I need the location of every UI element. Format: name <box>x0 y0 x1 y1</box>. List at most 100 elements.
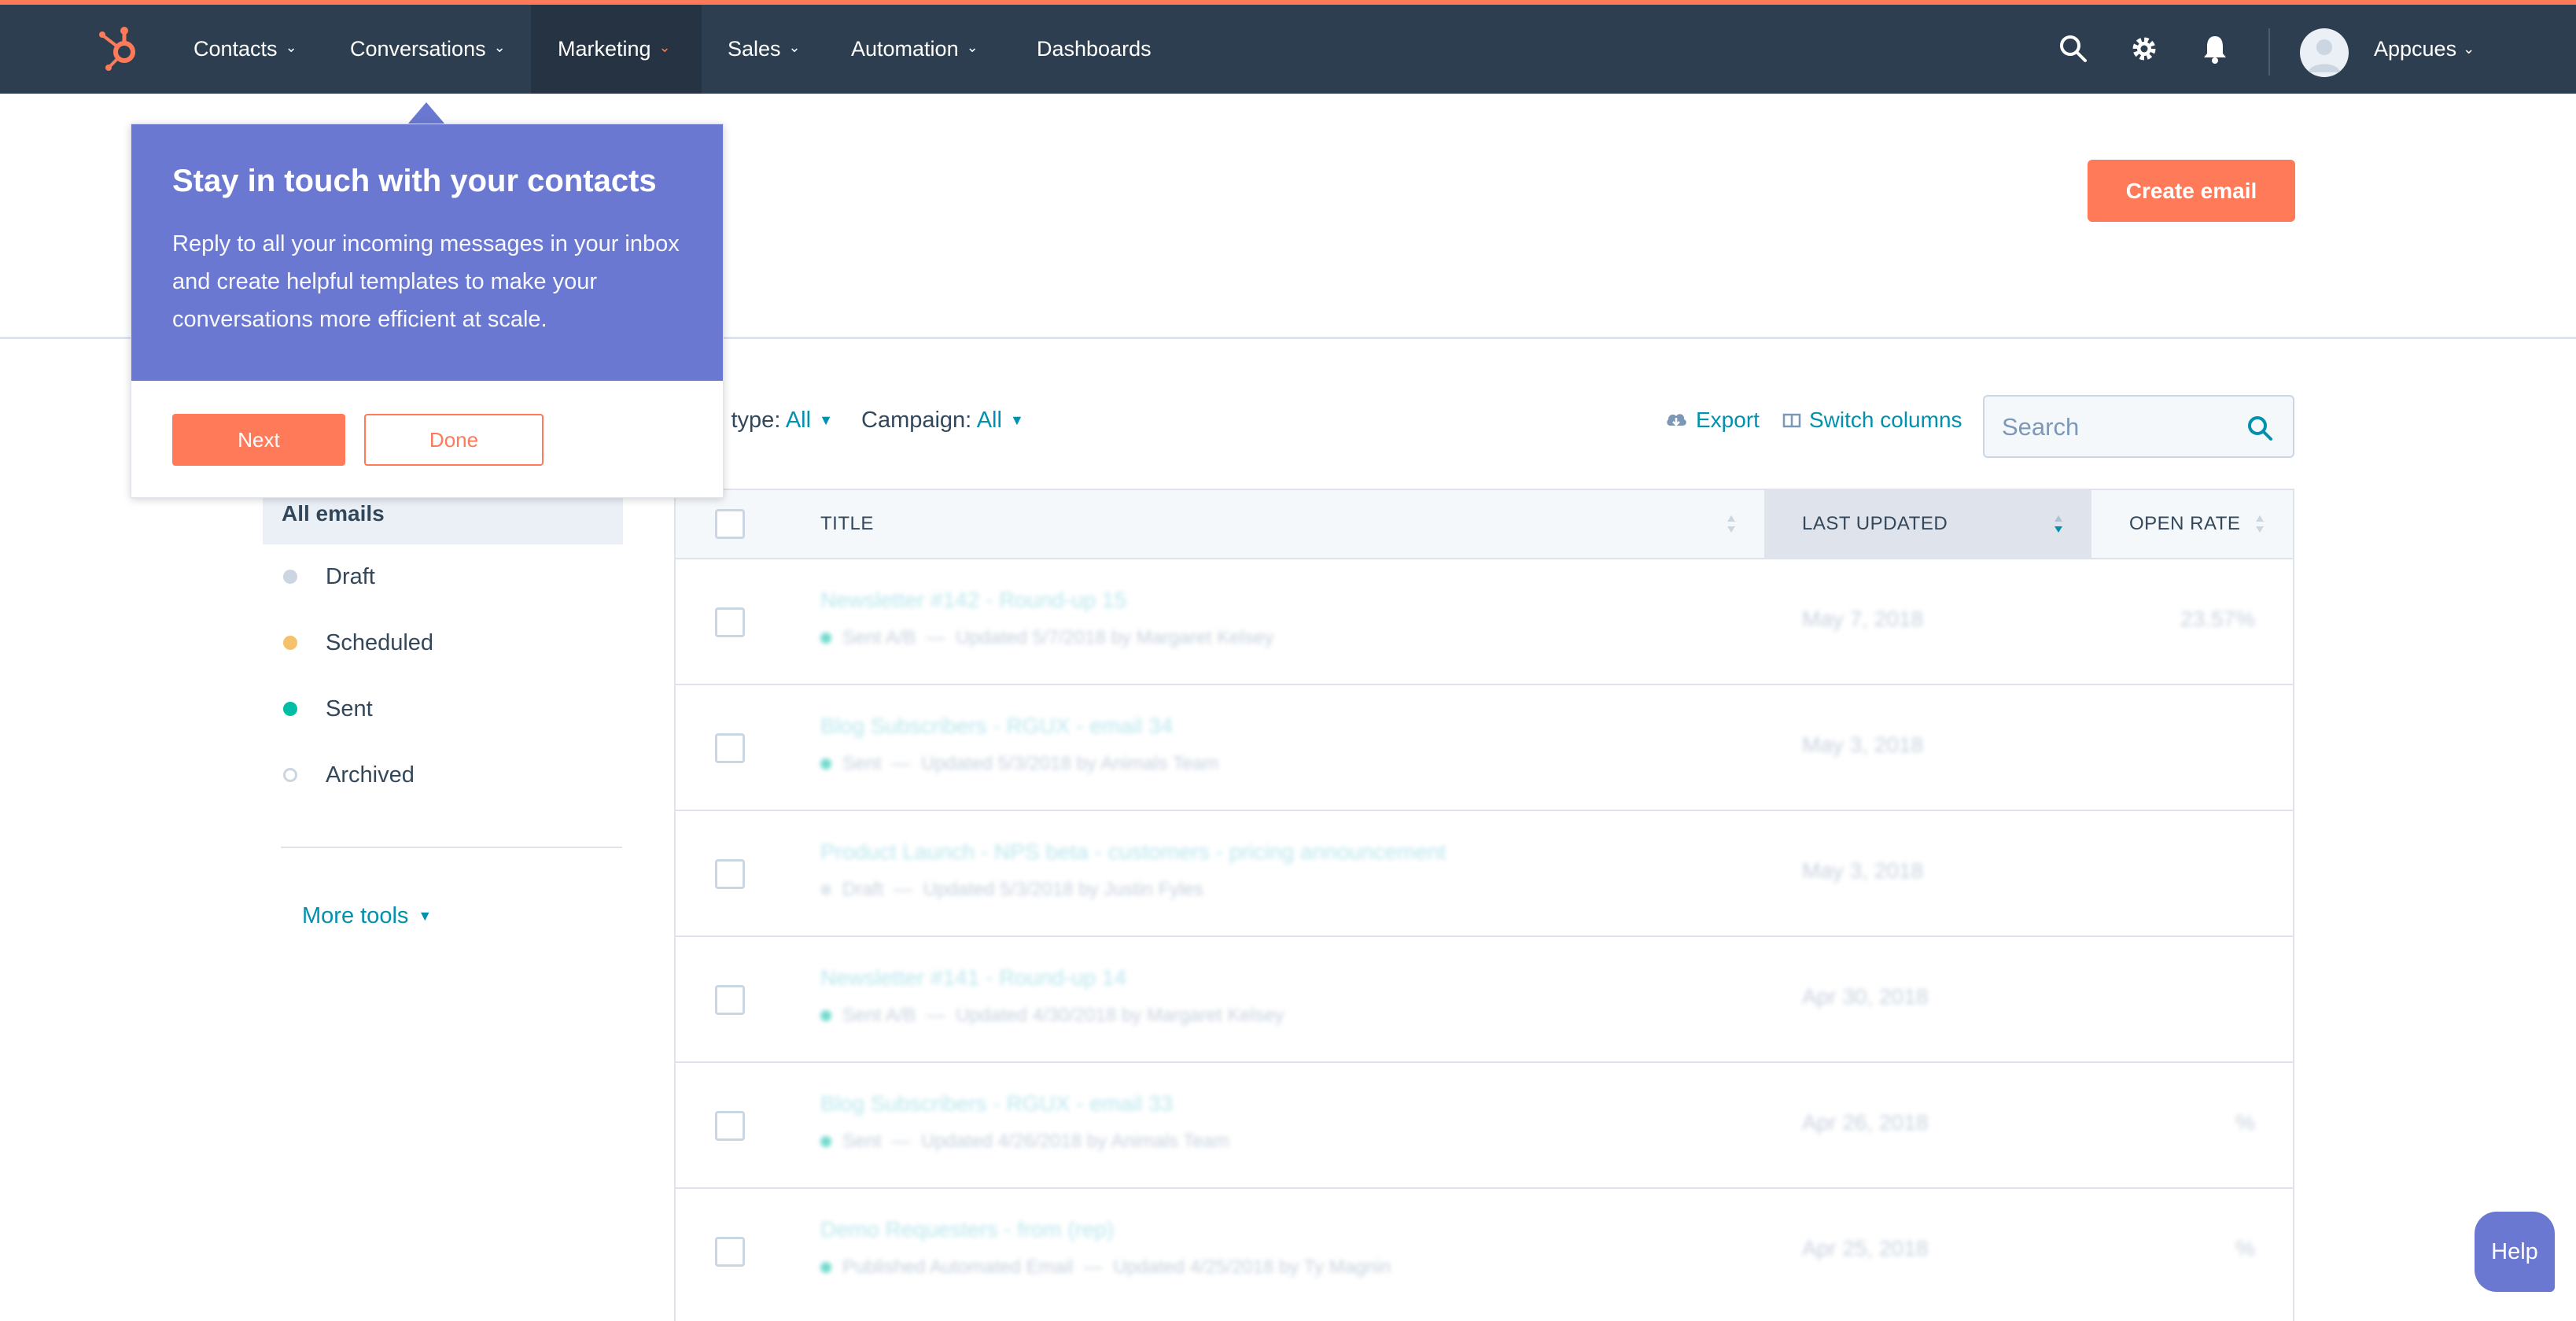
nav-label: Dashboards <box>1037 37 1152 61</box>
bell-icon[interactable] <box>2199 33 2231 65</box>
email-meta: Sent A/B — Updated 4/30/2018 by Margaret… <box>820 1005 1284 1027</box>
avatar[interactable] <box>2300 28 2349 77</box>
status-dot <box>820 1010 831 1021</box>
last-updated: May 7, 2018 <box>1802 607 1924 631</box>
nav-label: Sales <box>728 37 781 61</box>
tour-pointer <box>407 102 445 124</box>
user-silhouette-icon <box>2309 39 2340 72</box>
nav-sales[interactable]: Sales ⌄ <box>728 5 801 94</box>
email-title[interactable]: Product Launch - NPS beta - customers - … <box>820 839 1446 865</box>
email-title[interactable]: Demo Requesters - from (rep) <box>820 1217 1114 1242</box>
nav-automation[interactable]: Automation ⌄ <box>851 5 978 94</box>
chevron-down-icon: ⌄ <box>966 39 978 55</box>
email-meta: Sent A/B — Updated 5/7/2018 by Margaret … <box>820 627 1273 649</box>
next-button[interactable]: Next <box>172 414 345 466</box>
sidebar-item-label: Draft <box>326 563 375 589</box>
caret-down-icon: ▼ <box>819 412 833 428</box>
tour-popover: Stay in touch with your contacts Reply t… <box>131 124 724 498</box>
email-updated: Updated 5/3/2018 by Animals Team <box>921 753 1219 774</box>
sidebar-item-draft[interactable]: Draft <box>283 561 375 592</box>
row-checkbox[interactable] <box>715 859 745 889</box>
more-tools-dropdown[interactable]: More tools ▼ <box>302 903 432 929</box>
table-row[interactable]: Demo Requesters - from (rep) Published A… <box>676 1189 2293 1315</box>
column-header-last-updated[interactable]: LAST UPDATED <box>1802 490 1948 558</box>
status-dot <box>283 636 297 650</box>
nav-label: Automation <box>851 37 959 61</box>
sidebar-item-sent[interactable]: Sent <box>283 693 373 725</box>
search-icon[interactable] <box>2058 33 2089 65</box>
table-row[interactable]: Newsletter #141 - Round-up 14 Sent A/B —… <box>676 937 2293 1063</box>
chevron-down-icon: ⌄ <box>2463 41 2475 57</box>
tour-body: Reply to all your incoming messages in y… <box>172 231 680 332</box>
nav-label: Marketing <box>558 37 651 61</box>
email-title[interactable]: Blog Subscribers - RGUX - email 33 <box>820 1091 1173 1116</box>
table-row[interactable]: Newsletter #142 - Round-up 15 Sent A/B —… <box>676 559 2293 685</box>
last-updated: Apr 30, 2018 <box>1802 984 1929 1009</box>
export-link[interactable]: Export <box>1664 408 1760 433</box>
table-header: TITLE LAST UPDATED OPEN RATE <box>676 490 2293 559</box>
email-updated: Updated 4/26/2018 by Animals Team <box>921 1131 1229 1152</box>
hubspot-logo[interactable] <box>94 24 145 74</box>
table-row[interactable]: Product Launch - NPS beta - customers - … <box>676 811 2293 937</box>
campaign-filter[interactable]: Campaign: All ▼ <box>861 408 1024 434</box>
nav-contacts[interactable]: Contacts ⌄ <box>193 5 297 94</box>
switch-columns-label: Switch columns <box>1809 408 1962 432</box>
campaign-value: All <box>976 408 1002 433</box>
gear-icon[interactable] <box>2128 33 2160 65</box>
sort-descending-icon[interactable] <box>2054 514 2063 534</box>
caret-down-icon: ▼ <box>418 908 433 924</box>
done-button[interactable]: Done <box>364 414 544 466</box>
email-updated: Updated 4/30/2018 by Margaret Kelsey <box>956 1005 1284 1026</box>
nav-conversations[interactable]: Conversations ⌄ <box>350 5 506 94</box>
email-status: Draft <box>842 879 884 900</box>
sort-icon[interactable] <box>1727 514 1736 534</box>
email-updated: Updated 5/7/2018 by Margaret Kelsey <box>956 627 1274 648</box>
select-all-checkbox[interactable] <box>715 509 745 539</box>
row-checkbox[interactable] <box>715 1237 745 1267</box>
search-icon[interactable] <box>2246 414 2274 442</box>
email-type-filter[interactable]: l type: All ▼ <box>720 408 833 434</box>
create-email-button[interactable]: Create email <box>2088 160 2295 222</box>
help-button[interactable]: Help <box>2475 1212 2555 1292</box>
switch-columns-link[interactable]: Switch columns <box>1782 408 1962 433</box>
column-header-label: OPEN RATE <box>2129 513 2241 534</box>
row-checkbox[interactable] <box>715 985 745 1015</box>
email-updated: Updated 4/25/2018 by Ty Magnin <box>1113 1256 1391 1278</box>
email-title[interactable]: Newsletter #142 - Round-up 15 <box>820 588 1126 613</box>
sort-icon[interactable] <box>2255 514 2265 534</box>
email-meta: Sent — Updated 4/26/2018 by Animals Team <box>820 1131 1229 1153</box>
nav-marketing[interactable]: Marketing ⌄ <box>531 5 702 94</box>
email-title[interactable]: Blog Subscribers - RGUX - email 34 <box>820 714 1173 739</box>
row-checkbox[interactable] <box>715 607 745 637</box>
column-header-title[interactable]: TITLE <box>820 490 874 558</box>
column-header-open-rate[interactable]: OPEN RATE <box>2129 490 2240 558</box>
tour-header: Stay in touch with your contacts Reply t… <box>131 124 723 381</box>
sidebar-item-label: Archived <box>326 762 415 788</box>
email-meta: Sent — Updated 5/3/2018 by Animals Team <box>820 753 1219 775</box>
columns-icon <box>1782 413 1801 428</box>
column-header-label: LAST UPDATED <box>1802 513 1948 534</box>
email-title[interactable]: Newsletter #141 - Round-up 14 <box>820 965 1126 991</box>
sidebar-item-archived[interactable]: Archived <box>283 759 415 791</box>
row-checkbox[interactable] <box>715 733 745 763</box>
search-field[interactable] <box>1983 395 2294 458</box>
table-row[interactable]: Blog Subscribers - RGUX - email 33 Sent … <box>676 1063 2293 1189</box>
status-dot <box>820 758 831 769</box>
open-rate: 23.57% <box>2180 607 2255 631</box>
nav-dashboards[interactable]: Dashboards <box>1037 5 1152 94</box>
nav-label: Contacts <box>193 37 278 61</box>
email-status: Published Automated Email <box>842 1256 1074 1278</box>
cloud-download-icon <box>1667 414 1686 426</box>
search-input[interactable] <box>2000 409 2239 445</box>
table-row[interactable]: Blog Subscribers - RGUX - email 34 Sent … <box>676 685 2293 811</box>
email-meta: Draft — Updated 5/3/2018 by Justin Fyles <box>820 879 1203 901</box>
email-type-value: All <box>785 408 812 433</box>
sidebar-item-scheduled[interactable]: Scheduled <box>283 627 433 659</box>
last-updated: May 3, 2018 <box>1802 732 1924 757</box>
more-tools-label: More tools <box>302 903 409 928</box>
email-type-label: l type: <box>720 408 781 433</box>
open-rate: % <box>2235 1110 2255 1135</box>
last-updated: May 3, 2018 <box>1802 858 1924 883</box>
row-checkbox[interactable] <box>715 1111 745 1141</box>
account-menu[interactable]: Appcues ⌄ <box>2374 5 2475 94</box>
